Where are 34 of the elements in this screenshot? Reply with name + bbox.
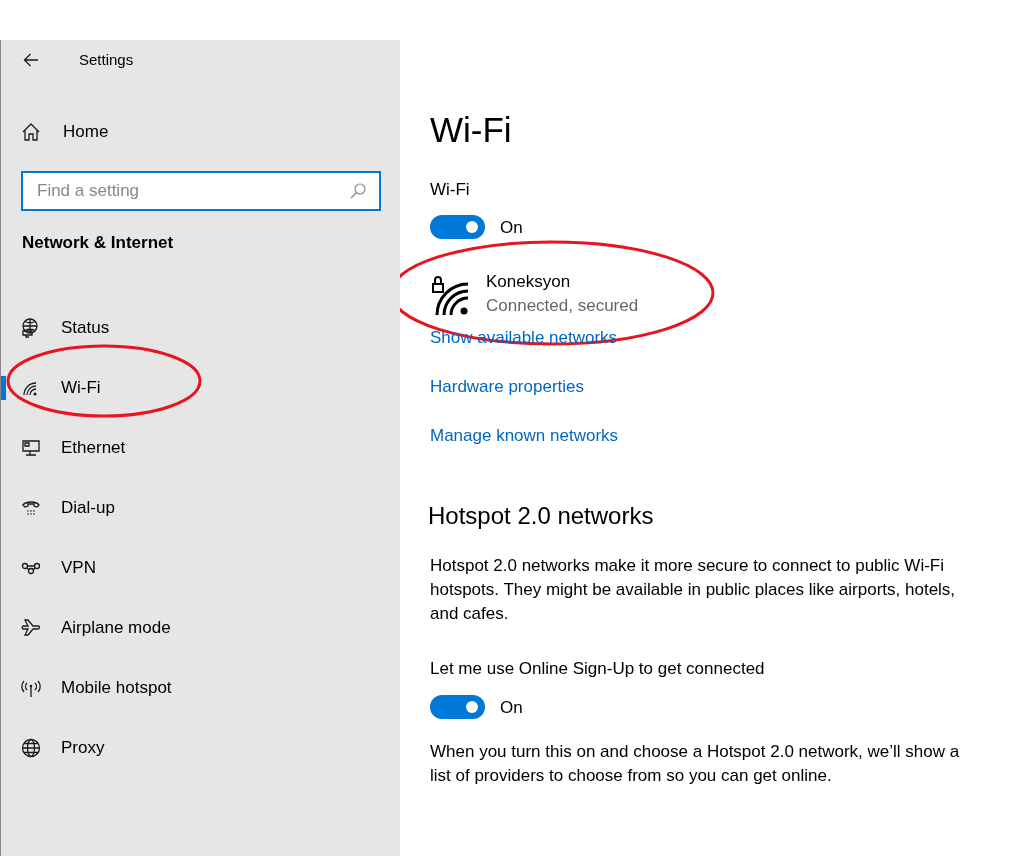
toggle-switch[interactable] <box>430 695 485 720</box>
window-title: Settings <box>79 49 134 70</box>
toggle-state: On <box>500 216 523 239</box>
search-icon <box>349 182 367 200</box>
link[interactable]: Manage known networks <box>430 424 619 448</box>
search-field[interactable]: Find a setting <box>21 171 381 211</box>
sidebar-item[interactable]: Proxy <box>1 717 400 778</box>
home-nav-item[interactable]: Home <box>1 112 400 152</box>
section-heading: Network & Internet <box>22 232 175 254</box>
network-status: Connected, secured <box>486 295 639 317</box>
link[interactable]: Hardware properties <box>430 375 584 399</box>
selection-indicator <box>1 375 6 400</box>
sidebar-item[interactable]: VPN <box>1 537 400 598</box>
home-icon <box>21 122 41 142</box>
sidebar-item[interactable]: Dial-up <box>1 477 400 538</box>
sidebar-item[interactable]: Ethernet <box>1 417 400 478</box>
toggle-state: On <box>500 696 523 719</box>
setting-label: Let me use Online Sign-Up to get connected <box>430 658 766 680</box>
sidebar-item[interactable]: Status <box>1 297 400 358</box>
airplane-icon <box>21 617 41 638</box>
sidebar-item[interactable]: Airplane mode <box>1 597 400 658</box>
network-item[interactable]: Koneksyon Connected, secured <box>432 270 980 318</box>
description-text: Hotspot 2.0 networks make it more secure to connect to public Wi-Fi hotspots. They might be available in public places like airports, hotels, and cafes. <box>430 555 957 625</box>
monitor-icon <box>21 437 41 458</box>
toggle-switch[interactable] <box>430 215 485 240</box>
sidebar-item[interactable]: Mobile hotspot <box>1 657 400 718</box>
section-heading: Hotspot 2.0 networks <box>428 501 655 531</box>
description-text: When you turn this on and choose a Hotspot 2.0 network, we’ll show a list of providers to choose from so you can get online. <box>430 741 961 787</box>
back-arrow-icon <box>23 52 39 67</box>
setting-label: Wi-Fi <box>430 179 471 201</box>
globe-icon <box>21 737 41 758</box>
globe-monitor-icon <box>21 317 41 338</box>
network-name: Koneksyon <box>486 271 572 293</box>
page-title: Wi-Fi <box>430 109 513 151</box>
